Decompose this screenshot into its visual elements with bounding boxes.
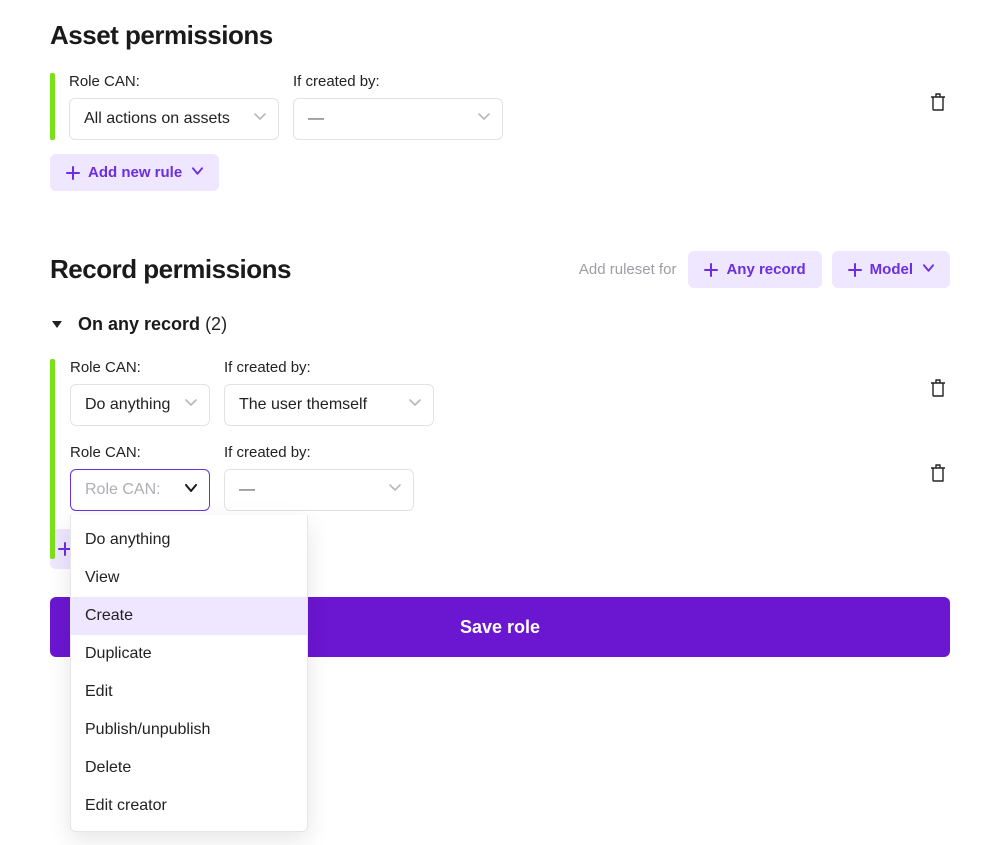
record-permissions-title: Record permissions [50,254,291,285]
role-can-placeholder: Role CAN: [85,481,161,499]
add-new-rule-button[interactable]: Add new rule [50,154,219,191]
dropdown-option[interactable]: Create [71,597,307,635]
chevron-down-icon [409,399,421,411]
dropdown-option[interactable]: Edit [71,673,307,711]
plus-icon [704,263,718,277]
on-any-record-label: On any record [78,314,200,334]
plus-icon [66,166,80,180]
asset-created-by-label: If created by: [293,73,503,90]
record-rule-row: Role CAN: Role CAN: If created by: — [50,444,950,511]
caret-down-icon [192,167,203,178]
model-label: Model [870,261,913,278]
record-rules-block: Role CAN: Do anything If created by: The… [50,359,950,569]
created-by-label: If created by: [224,359,434,376]
dropdown-option[interactable]: Publish/unpublish [71,711,307,749]
created-by-value: — [239,481,255,499]
on-any-record-toggle[interactable]: On any record (2) [50,314,950,335]
triangle-down-icon [50,318,64,332]
dropdown-option[interactable]: Delete [71,749,307,787]
save-role-label: Save role [460,617,540,637]
on-any-record-count: (2) [205,314,227,334]
delete-rule-button[interactable] [928,92,950,114]
any-record-label: Any record [726,261,805,278]
delete-rule-button[interactable] [928,378,950,400]
created-by-label: If created by: [224,444,414,461]
delete-rule-button[interactable] [928,463,950,485]
dropdown-option[interactable]: Do anything [71,521,307,559]
asset-created-by-select[interactable]: — [293,98,503,140]
asset-created-by-value: — [308,110,324,128]
add-ruleset-for-label: Add ruleset for [579,261,677,278]
dropdown-option[interactable]: Duplicate [71,635,307,673]
dropdown-option[interactable]: Edit creator [71,787,307,825]
chevron-down-icon [254,113,266,125]
asset-permissions-title: Asset permissions [50,20,950,51]
add-ruleset-any-record-button[interactable]: Any record [688,251,821,288]
asset-role-can-value: All actions on assets [84,110,230,128]
rule-accent-bar [50,73,55,140]
created-by-select[interactable]: The user themself [224,384,434,426]
caret-down-icon [923,264,934,275]
role-can-dropdown[interactable]: Do anythingViewCreateDuplicateEditPublis… [70,515,308,832]
asset-role-can-label: Role CAN: [69,73,279,90]
role-can-label: Role CAN: [70,444,210,461]
chevron-down-icon [185,484,197,496]
dropdown-option[interactable]: View [71,559,307,597]
chevron-down-icon [185,399,197,411]
add-ruleset-model-button[interactable]: Model [832,251,950,288]
chevron-down-icon [478,113,490,125]
rule-accent-bar [50,359,55,559]
chevron-down-icon [389,484,401,496]
record-rule-row: Role CAN: Do anything If created by: The… [50,359,950,426]
asset-rule-row: Role CAN: All actions on assets If creat… [50,73,950,140]
plus-icon [848,263,862,277]
asset-role-can-select[interactable]: All actions on assets [69,98,279,140]
created-by-value: The user themself [239,396,367,414]
role-can-select[interactable]: Do anything [70,384,210,426]
role-can-label: Role CAN: [70,359,210,376]
add-new-rule-label: Add new rule [88,164,182,181]
role-can-select-open[interactable]: Role CAN: [70,469,210,511]
created-by-select[interactable]: — [224,469,414,511]
role-can-value: Do anything [85,396,170,414]
